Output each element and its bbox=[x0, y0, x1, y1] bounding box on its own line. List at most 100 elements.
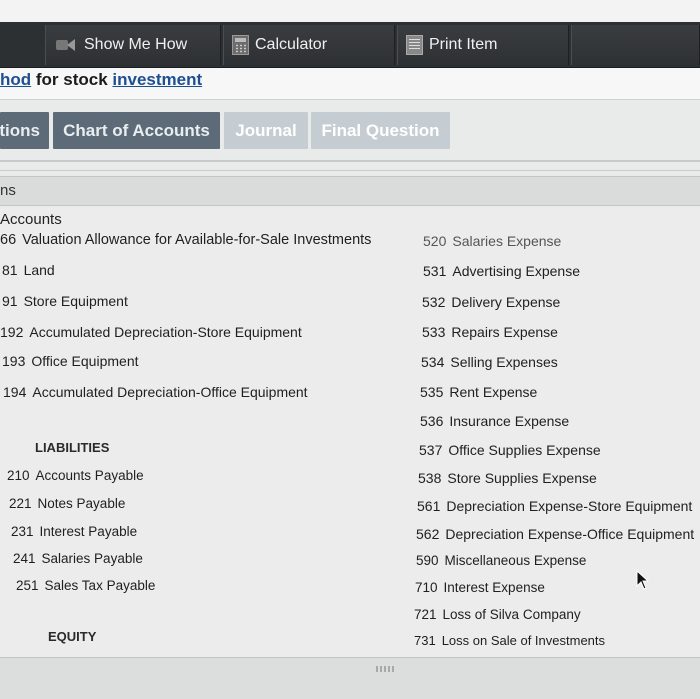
toolbar: Show Me How Calculator Print Item bbox=[0, 22, 700, 68]
print-item-button[interactable]: Print Item bbox=[397, 25, 569, 65]
account-number: 66 bbox=[0, 232, 17, 248]
account-number: 590 bbox=[416, 553, 439, 568]
account-number: 537 bbox=[419, 442, 443, 458]
panel-title: Accounts bbox=[0, 211, 62, 228]
account-row: 535 Rent Expense bbox=[420, 384, 537, 400]
title-text: for stock bbox=[31, 70, 113, 89]
account-name: Land bbox=[23, 262, 55, 278]
account-name: Loss on Sale of Investments bbox=[441, 633, 606, 648]
account-number: 91 bbox=[2, 293, 18, 309]
account-number: 561 bbox=[417, 498, 441, 514]
print-item-label: Print Item bbox=[429, 36, 498, 53]
title-link-investment[interactable]: investment bbox=[112, 70, 202, 89]
account-name: Selling Expenses bbox=[450, 354, 558, 370]
account-name: Store Supplies Expense bbox=[447, 470, 597, 486]
account-number: 710 bbox=[415, 580, 438, 595]
account-number: 194 bbox=[3, 384, 27, 400]
page-title: hod for stock investment bbox=[0, 70, 202, 90]
panel-resize-bar[interactable] bbox=[0, 657, 700, 699]
account-name: Accumulated Depreciation-Office Equipmen… bbox=[32, 384, 308, 400]
account-name: Advertising Expense bbox=[452, 263, 580, 279]
divider bbox=[0, 170, 700, 171]
account-name: Accumulated Depreciation-Store Equipment bbox=[29, 324, 302, 340]
account-row: 81 Land bbox=[2, 262, 55, 278]
account-number: 231 bbox=[11, 524, 34, 539]
section-header: ns bbox=[0, 176, 700, 206]
account-row: 210 Accounts Payable bbox=[7, 468, 144, 483]
account-name: Delivery Expense bbox=[451, 294, 561, 310]
account-row: 590 Miscellaneous Expense bbox=[416, 553, 586, 568]
tab-instructions[interactable]: tions bbox=[0, 112, 49, 149]
account-number: 192 bbox=[0, 324, 24, 340]
account-row: 520 Salaries Expense bbox=[423, 233, 561, 249]
account-number: 531 bbox=[423, 263, 447, 279]
account-name: Depreciation Expense-Office Equipment bbox=[445, 526, 695, 542]
account-row: 532 Delivery Expense bbox=[422, 294, 560, 310]
account-row: 561 Depreciation Expense-Store Equipment bbox=[417, 498, 692, 514]
resize-grip-icon[interactable] bbox=[376, 666, 394, 672]
title-link-method[interactable]: hod bbox=[0, 70, 31, 89]
account-row: 193 Office Equipment bbox=[2, 353, 139, 369]
account-name: Salaries Payable bbox=[41, 551, 143, 566]
account-name: Accounts Payable bbox=[35, 468, 144, 483]
print-icon bbox=[406, 35, 423, 55]
toolbar-empty-slot bbox=[571, 25, 700, 65]
account-row: 192 Accumulated Depreciation-Store Equipm… bbox=[0, 324, 302, 340]
account-name: Office Supplies Expense bbox=[448, 442, 601, 458]
account-row: 731 Loss on Sale of Investments bbox=[414, 633, 605, 648]
account-row: 721 Loss of Silva Company bbox=[414, 607, 581, 622]
page-title-bar: hod for stock investment bbox=[0, 68, 700, 100]
section-header-label: ns bbox=[0, 182, 16, 199]
chart-of-accounts-panel: Accounts 66 Valuation Allowance for Avail… bbox=[0, 207, 700, 657]
account-row: 538 Store Supplies Expense bbox=[418, 470, 597, 486]
account-number: 193 bbox=[2, 353, 26, 369]
show-me-how-label: Show Me How bbox=[84, 36, 188, 53]
tab-chart-of-accounts[interactable]: Chart of Accounts bbox=[53, 112, 220, 149]
account-name: Salaries Expense bbox=[452, 233, 562, 249]
show-me-how-button[interactable]: Show Me How bbox=[45, 25, 221, 65]
account-row: 710 Interest Expense bbox=[415, 580, 545, 595]
account-row: 66 Valuation Allowance for Available-for-… bbox=[0, 232, 371, 248]
account-row: 531 Advertising Expense bbox=[423, 263, 580, 279]
account-number: 210 bbox=[7, 468, 30, 483]
tab-final-question[interactable]: Final Question bbox=[311, 112, 450, 149]
account-row: 537 Office Supplies Expense bbox=[419, 442, 601, 458]
account-number: 536 bbox=[420, 413, 444, 429]
account-number: 520 bbox=[423, 233, 447, 249]
account-name: Interest Payable bbox=[39, 524, 138, 539]
account-number: 538 bbox=[418, 470, 442, 486]
calculator-icon bbox=[232, 35, 249, 55]
account-number: 532 bbox=[422, 294, 446, 310]
account-number: 731 bbox=[414, 633, 436, 648]
account-name: Miscellaneous Expense bbox=[444, 553, 587, 568]
account-number: 81 bbox=[2, 262, 18, 278]
account-row: 536 Insurance Expense bbox=[420, 413, 569, 429]
tab-journal[interactable]: Journal bbox=[224, 112, 308, 149]
equity-header: EQUITY bbox=[48, 629, 97, 644]
account-name: Valuation Allowance for Available-for-Sa… bbox=[22, 232, 372, 248]
account-name: Interest Expense bbox=[443, 580, 545, 595]
calculator-button[interactable]: Calculator bbox=[223, 25, 395, 65]
account-row: 241 Salaries Payable bbox=[13, 551, 143, 566]
mouse-cursor-icon bbox=[636, 570, 650, 590]
account-number: 241 bbox=[13, 551, 36, 566]
browser-top-strip bbox=[0, 0, 700, 22]
account-name: Insurance Expense bbox=[449, 413, 570, 429]
account-number: 533 bbox=[422, 324, 446, 340]
account-row: 251 Sales Tax Payable bbox=[16, 578, 155, 593]
account-number: 535 bbox=[420, 384, 444, 400]
tab-bar: tions Chart of Accounts Journal Final Qu… bbox=[0, 112, 700, 150]
account-number: 562 bbox=[416, 526, 440, 542]
account-row: 91 Store Equipment bbox=[2, 293, 128, 309]
account-name: Store Equipment bbox=[23, 293, 128, 309]
account-row: 194 Accumulated Depreciation-Office Equip… bbox=[3, 384, 308, 400]
account-name: Loss of Silva Company bbox=[442, 607, 581, 622]
calculator-label: Calculator bbox=[255, 36, 328, 53]
account-name: Rent Expense bbox=[449, 384, 538, 400]
account-row: 231 Interest Payable bbox=[11, 524, 137, 539]
account-name: Office Equipment bbox=[31, 353, 139, 369]
account-name: Sales Tax Payable bbox=[44, 578, 156, 593]
account-number: 534 bbox=[421, 354, 445, 370]
liabilities-header: LIABILITIES bbox=[35, 440, 110, 455]
account-name: Repairs Expense bbox=[451, 324, 558, 340]
